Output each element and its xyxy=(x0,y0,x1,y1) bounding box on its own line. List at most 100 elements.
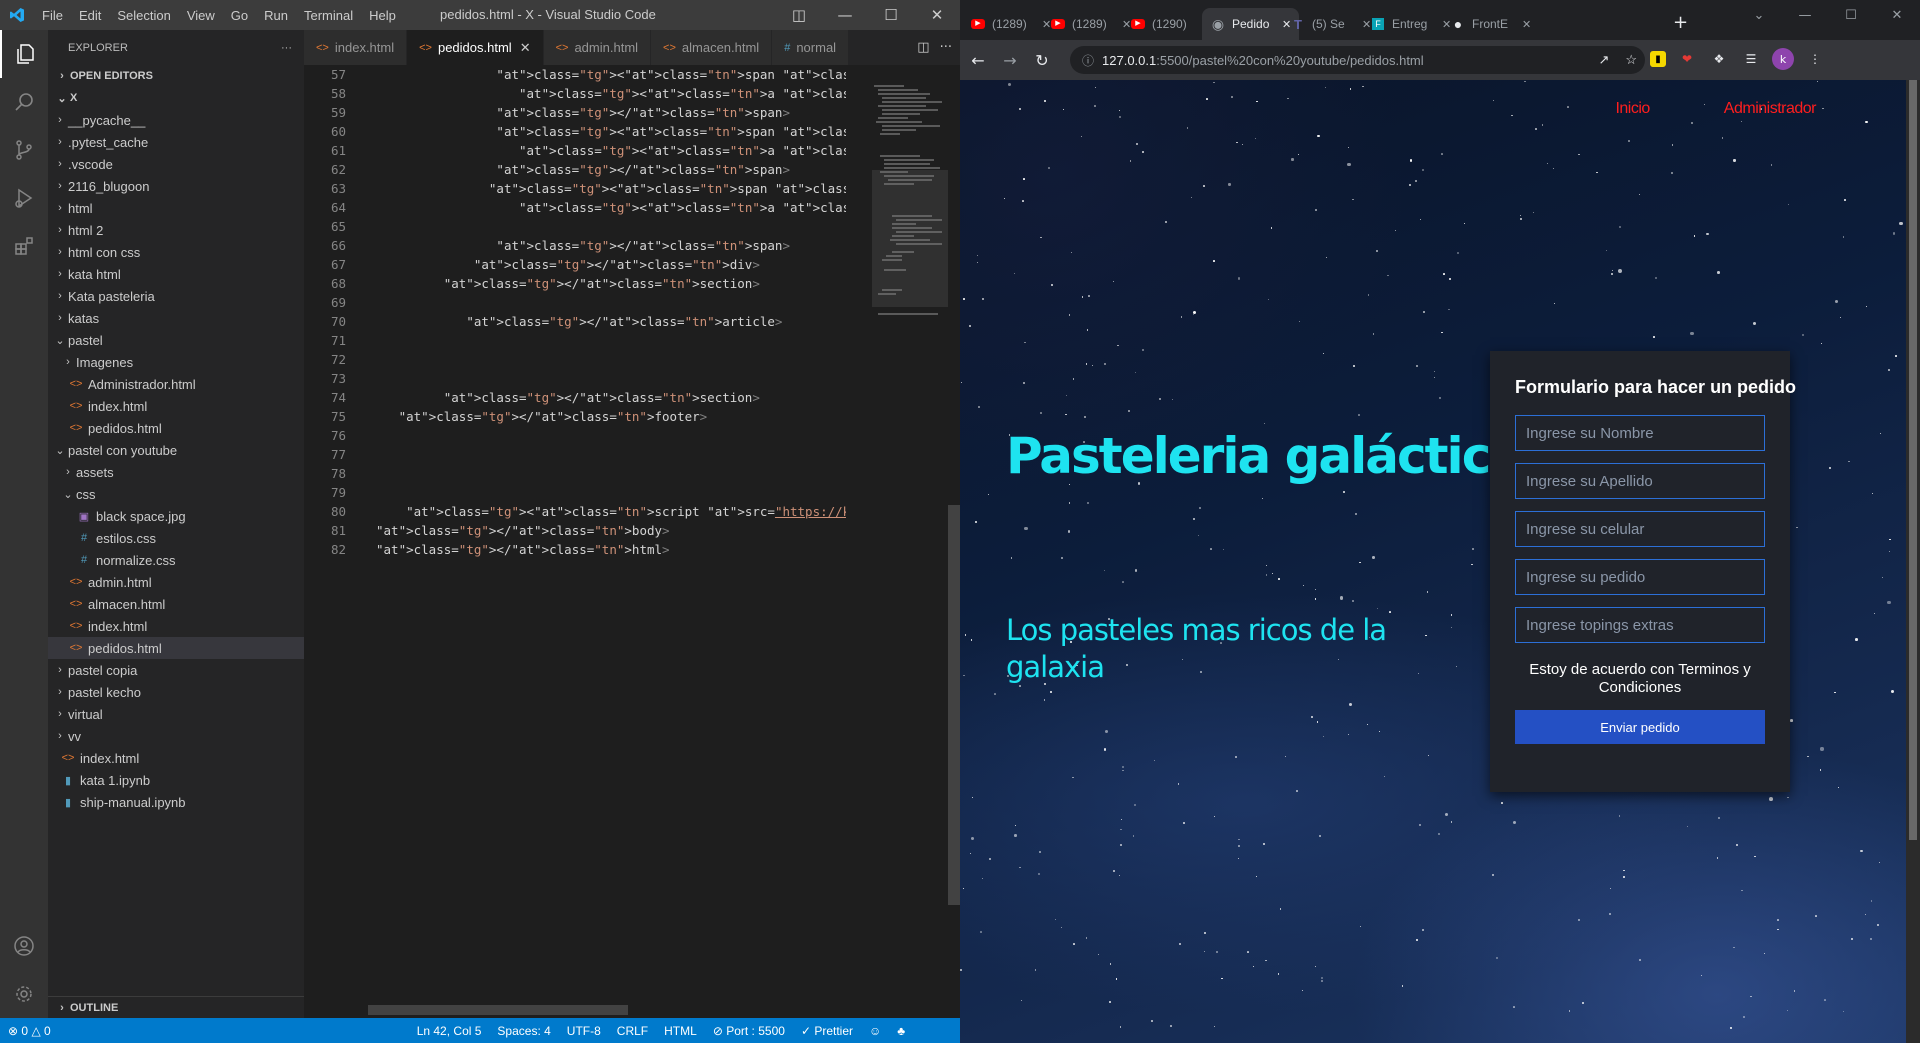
submit-order-button[interactable]: Enviar pedido xyxy=(1515,710,1765,744)
code-line[interactable]: 77 xyxy=(304,445,960,464)
horizontal-scrollbar-thumb[interactable] xyxy=(368,1005,628,1015)
editor-tab[interactable]: <> almacen.html xyxy=(651,30,773,65)
reload-icon[interactable]: ↻ xyxy=(1026,44,1058,76)
code-line[interactable]: 67 "at">class="tg"></"at">class="tn">div… xyxy=(304,255,960,274)
share-icon[interactable]: ↗ xyxy=(1598,52,1609,68)
code-line[interactable]: 78 xyxy=(304,464,960,483)
close-tab-icon[interactable]: ✕ xyxy=(1522,18,1531,31)
accounts-icon[interactable] xyxy=(0,922,48,970)
code-line[interactable]: 76 xyxy=(304,426,960,445)
code-line[interactable]: 57 "at">class="tg"><"at">class="tn">span… xyxy=(304,65,960,84)
problems-status[interactable]: ⊗ 0 △ 0 xyxy=(0,1024,59,1038)
browser-close-button[interactable]: ✕ xyxy=(1874,0,1920,30)
folder-item[interactable]: › virtual xyxy=(48,703,304,725)
browser-tab[interactable]: ● FrontE ✕ xyxy=(1442,8,1539,40)
lastname-field[interactable] xyxy=(1515,463,1765,499)
scrollbar-thumb[interactable] xyxy=(948,505,960,905)
extensions-icon[interactable] xyxy=(0,222,48,270)
prettier-status[interactable]: ✓ Prettier xyxy=(793,1024,861,1038)
outline-section[interactable]: › OUTLINE xyxy=(48,996,304,1018)
live-server-status[interactable]: ⊘ Port : 5500 xyxy=(705,1024,793,1038)
language-status[interactable]: HTML xyxy=(656,1024,705,1038)
browser-menu-icon[interactable]: ⋮ xyxy=(1804,48,1826,70)
maximize-button[interactable]: ☐ xyxy=(868,0,914,30)
file-item[interactable]: <> index.html xyxy=(48,395,304,417)
back-arrow-icon[interactable]: ← xyxy=(962,44,994,76)
code-line[interactable]: 68 "at">class="tg"></"at">class="tn">sec… xyxy=(304,274,960,293)
menu-view[interactable]: View xyxy=(179,8,223,23)
folder-item[interactable]: › .pytest_cache xyxy=(48,131,304,153)
code-line[interactable]: 81 "at">class="tg"></"at">class="tn">body… xyxy=(304,521,960,540)
minimap-viewport[interactable] xyxy=(872,170,948,307)
more-actions-icon[interactable]: ··· xyxy=(281,42,292,54)
order-field[interactable] xyxy=(1515,559,1765,595)
notifications-bell-icon[interactable]: ♣ xyxy=(889,1024,913,1038)
folder-item[interactable]: ⌄ pastel xyxy=(48,329,304,351)
folder-item[interactable]: › vv xyxy=(48,725,304,747)
nav-link-administrador[interactable]: Administrador xyxy=(1724,100,1817,118)
folder-item[interactable]: › .vscode xyxy=(48,153,304,175)
run-debug-icon[interactable] xyxy=(0,174,48,222)
code-line[interactable]: 62 "at">class="tg"></"at">class="tn">spa… xyxy=(304,160,960,179)
browser-maximize-button[interactable]: ☐ xyxy=(1828,0,1874,30)
file-item[interactable]: <> Administrador.html xyxy=(48,373,304,395)
page-scrollbar[interactable] xyxy=(1906,80,1920,1043)
open-editors-section[interactable]: › OPEN EDITORS xyxy=(48,65,304,87)
folder-item[interactable]: › assets xyxy=(48,461,304,483)
code-line[interactable]: 58 "at">class="tg"><"at">class="tn">a "a… xyxy=(304,84,960,103)
tab-search-chevron-icon[interactable]: ⌄ xyxy=(1736,0,1782,30)
code-editor[interactable]: 57 "at">class="tg"><"at">class="tn">span… xyxy=(304,65,960,1018)
file-item[interactable]: ▮ ship-manual.ipynb xyxy=(48,791,304,813)
menu-terminal[interactable]: Terminal xyxy=(296,8,361,23)
media-playlist-icon[interactable]: ☰ xyxy=(1740,48,1762,70)
code-line[interactable]: 73 xyxy=(304,369,960,388)
menu-go[interactable]: Go xyxy=(223,8,256,23)
extension-yellow-icon[interactable]: ▮ xyxy=(1650,51,1666,67)
address-bar[interactable]: ⓘ 127.0.0.1 :5500/pastel%20con%20youtube… xyxy=(1070,46,1645,74)
file-item[interactable]: <> almacen.html xyxy=(48,593,304,615)
feedback-icon[interactable]: ☺ xyxy=(861,1024,889,1038)
close-button[interactable]: ✕ xyxy=(914,0,960,30)
nav-link-inicio[interactable]: Inicio xyxy=(1615,100,1650,118)
folder-item[interactable]: ⌄ pastel con youtube xyxy=(48,439,304,461)
file-item[interactable]: ▮ kata 1.ipynb xyxy=(48,769,304,791)
indentation-status[interactable]: Spaces: 4 xyxy=(489,1024,558,1038)
menu-run[interactable]: Run xyxy=(256,8,296,23)
terms-text[interactable]: Estoy de acuerdo con Terminos y Condicio… xyxy=(1515,661,1765,697)
new-tab-button[interactable]: + xyxy=(1673,12,1688,33)
editor-tab[interactable]: <> pedidos.html ✕ xyxy=(407,30,544,65)
workspace-root[interactable]: ⌄ X xyxy=(48,87,304,109)
encoding-status[interactable]: UTF-8 xyxy=(559,1024,609,1038)
explorer-icon[interactable] xyxy=(0,30,48,78)
layout-icon[interactable]: ◫ xyxy=(776,0,822,30)
file-item[interactable]: <> admin.html xyxy=(48,571,304,593)
folder-item[interactable]: › Imagenes xyxy=(48,351,304,373)
more-actions-icon[interactable]: ··· xyxy=(940,40,952,55)
extension-red-icon[interactable]: ❤ xyxy=(1676,48,1698,70)
folder-item[interactable]: › html xyxy=(48,197,304,219)
settings-gear-icon[interactable] xyxy=(0,970,48,1018)
file-item[interactable]: # normalize.css xyxy=(48,549,304,571)
toppings-field[interactable] xyxy=(1515,607,1765,643)
code-line[interactable]: 64 "at">class="tg"><"at">class="tn">a "a… xyxy=(304,198,960,217)
extensions-puzzle-icon[interactable]: ❖ xyxy=(1708,48,1730,70)
code-line[interactable]: 63 "at">class="tg"><"at">class="tn">span… xyxy=(304,179,960,198)
menu-edit[interactable]: Edit xyxy=(71,8,109,23)
folder-item[interactable]: › kata html xyxy=(48,263,304,285)
minimize-button[interactable]: — xyxy=(822,0,868,30)
vertical-scrollbar[interactable] xyxy=(948,65,960,1018)
browser-minimize-button[interactable]: — xyxy=(1782,0,1828,30)
folder-item[interactable]: › pastel kecho xyxy=(48,681,304,703)
phone-field[interactable] xyxy=(1515,511,1765,547)
folder-item[interactable]: ⌄ css xyxy=(48,483,304,505)
code-line[interactable]: 71 xyxy=(304,331,960,350)
eol-status[interactable]: CRLF xyxy=(609,1024,656,1038)
split-editor-icon[interactable]: ◫ xyxy=(917,40,929,55)
bookmark-star-icon[interactable]: ☆ xyxy=(1625,52,1637,68)
file-item[interactable]: <> pedidos.html xyxy=(48,417,304,439)
cursor-position[interactable]: Ln 42, Col 5 xyxy=(409,1024,490,1038)
source-control-icon[interactable] xyxy=(0,126,48,174)
folder-item[interactable]: › html con css xyxy=(48,241,304,263)
code-line[interactable]: 66 "at">class="tg"></"at">class="tn">spa… xyxy=(304,236,960,255)
file-item[interactable]: <> index.html xyxy=(48,615,304,637)
